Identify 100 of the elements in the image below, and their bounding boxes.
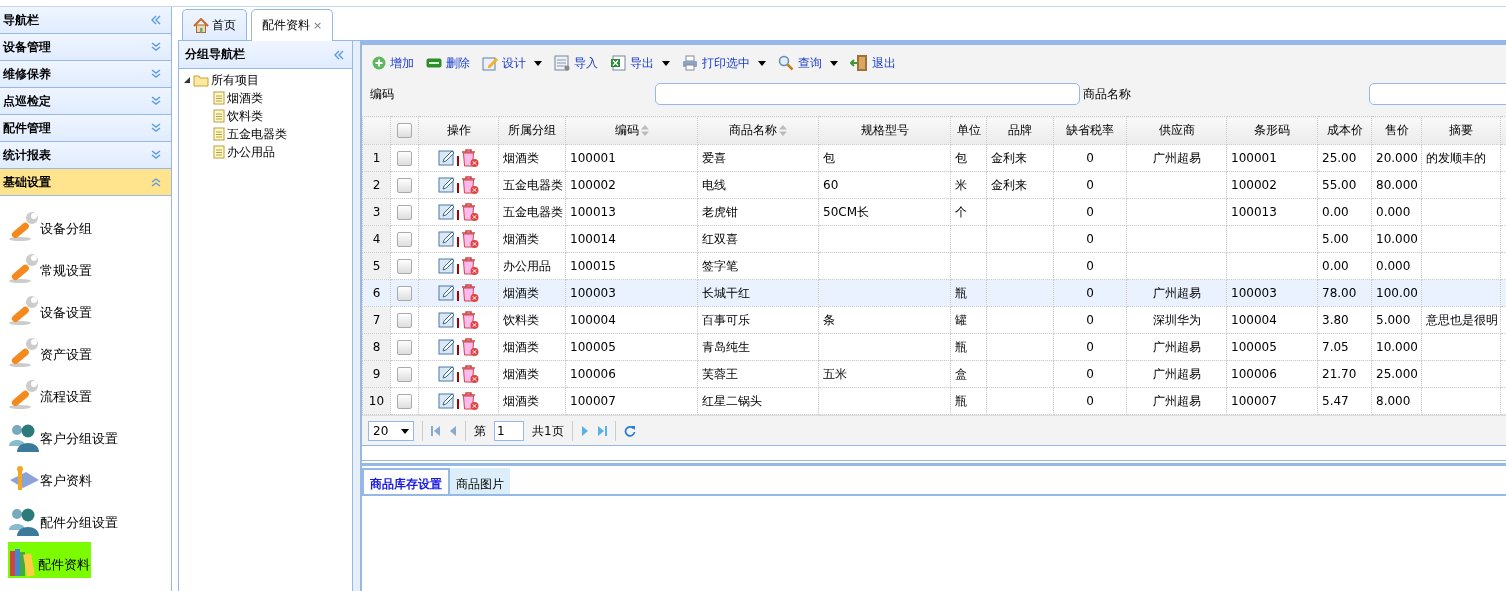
search-icon <box>778 55 794 71</box>
checkbox[interactable] <box>397 312 412 328</box>
accordion-header[interactable]: 设备管理 <box>0 34 171 61</box>
toolbar-button[interactable]: 导出 <box>610 54 670 72</box>
menu-item[interactable]: 客户资料 <box>8 458 93 494</box>
trash-icon[interactable] <box>459 364 480 384</box>
tab[interactable]: 首页 <box>182 9 247 40</box>
tab[interactable]: 商品图片 <box>450 468 510 494</box>
column-header[interactable]: 编码 <box>565 116 698 145</box>
trash-icon[interactable] <box>459 337 480 357</box>
checkbox[interactable] <box>397 204 412 220</box>
menu-item[interactable]: 客户分组设置 <box>8 416 119 452</box>
trash-icon[interactable] <box>459 310 480 330</box>
edit-icon[interactable] <box>437 284 456 302</box>
table-cell: 0 <box>1053 306 1127 334</box>
accordion-header[interactable]: 点巡检定 <box>0 88 171 115</box>
page-size-select[interactable]: 20 <box>368 421 414 441</box>
trash-icon[interactable] <box>459 148 480 168</box>
table-cell <box>950 225 987 253</box>
last-page-icon[interactable] <box>596 425 607 437</box>
table-cell: 7.05 <box>1317 333 1372 361</box>
trash-icon[interactable] <box>459 175 480 195</box>
tree-node[interactable]: 所有项目 <box>211 71 259 89</box>
table-cell <box>986 306 1054 334</box>
accordion-header[interactable]: 基础设置 <box>0 169 171 196</box>
close-icon[interactable]: × <box>313 19 323 32</box>
refresh-icon[interactable] <box>623 425 636 437</box>
menu-item[interactable]: 资产设置 <box>8 332 93 368</box>
checkbox[interactable] <box>397 339 412 355</box>
trash-icon[interactable] <box>459 283 480 303</box>
first-page-icon[interactable] <box>431 425 441 437</box>
trash-icon[interactable] <box>459 391 480 411</box>
edit-icon[interactable] <box>437 257 456 275</box>
tab[interactable]: 配件资料 × <box>251 9 334 41</box>
accordion-header[interactable]: 配件管理 <box>0 115 171 142</box>
menu-item[interactable]: 设备设置 <box>8 290 93 326</box>
table-cell: 个 <box>950 198 987 226</box>
table-cell: 红双喜 <box>697 225 819 253</box>
menu-item[interactable]: 配件分组设置 <box>8 500 119 536</box>
menu-item[interactable]: 配件资料 <box>8 542 91 578</box>
tree-node[interactable]: 五金电器类 <box>227 125 287 143</box>
exit-door-icon <box>850 54 868 72</box>
checkbox[interactable] <box>397 231 412 247</box>
accordion-header[interactable]: 统计报表 <box>0 142 171 169</box>
trash-icon[interactable] <box>459 229 480 249</box>
panel-splitter[interactable] <box>362 445 1506 461</box>
toolbar-button[interactable]: 删除 <box>426 54 470 72</box>
table-cell: 广州超易 <box>1126 360 1227 388</box>
checkbox[interactable] <box>397 393 412 409</box>
tab[interactable]: 商品库存设置 <box>362 468 450 494</box>
field-label: 商品名称 <box>1082 85 1132 103</box>
edit-icon[interactable] <box>437 392 456 410</box>
toolbar-button[interactable]: 设计 <box>482 54 542 72</box>
column-header: 缺省税率 <box>1053 116 1127 145</box>
tree-node[interactable]: 饮料类 <box>227 107 263 125</box>
toolbar-button[interactable]: 查询 <box>778 54 838 72</box>
edit-icon[interactable] <box>437 338 456 356</box>
table-cell: 五金电器类 <box>498 198 566 226</box>
edit-icon[interactable] <box>437 203 456 221</box>
toolbar-button[interactable]: 增加 <box>372 54 414 72</box>
tree-node[interactable]: 烟酒类 <box>227 89 263 107</box>
toolbar-button[interactable]: 打印选中 <box>682 54 766 72</box>
edit-icon[interactable] <box>437 149 456 167</box>
checkbox[interactable] <box>397 366 412 382</box>
expand-arrow-icon[interactable] <box>183 76 191 84</box>
column-header[interactable]: 商品名称 <box>697 116 819 145</box>
table-cell: 100007 <box>565 387 698 415</box>
edit-icon[interactable] <box>437 176 456 194</box>
edit-icon[interactable] <box>437 230 456 248</box>
table-cell: 0.000 <box>1371 198 1422 226</box>
checkbox[interactable] <box>397 285 412 301</box>
table-cell: 100003 <box>565 279 698 307</box>
toolbar-button[interactable]: 退出 <box>850 54 896 72</box>
table-cell: 青岛纯生 <box>697 333 819 361</box>
checkbox[interactable] <box>397 177 412 193</box>
table-cell: 包 <box>950 144 987 172</box>
row-number: 8 <box>362 333 391 361</box>
trash-icon[interactable] <box>459 202 480 222</box>
table-cell: 100013 <box>565 198 698 226</box>
edit-icon[interactable] <box>437 365 456 383</box>
next-page-icon[interactable] <box>580 425 589 437</box>
edit-icon[interactable] <box>437 311 456 329</box>
table-cell: 广州超易 <box>1126 144 1227 172</box>
menu-item[interactable]: 常规设置 <box>8 248 93 284</box>
page-input[interactable]: 1 <box>494 421 524 441</box>
checkbox[interactable] <box>397 123 412 138</box>
collapse-icon[interactable] <box>149 13 163 27</box>
menu-item[interactable]: 设备分组 <box>8 206 93 242</box>
table-cell: 米 <box>950 171 987 199</box>
menu-item[interactable]: 流程设置 <box>8 374 93 410</box>
tree-node[interactable]: 办公用品 <box>227 143 275 161</box>
trash-icon[interactable] <box>459 256 480 276</box>
wrench-icon <box>8 336 40 368</box>
toolbar-button[interactable]: 导入 <box>554 54 598 72</box>
previous-page-icon[interactable] <box>449 425 457 437</box>
row-number: 1 <box>362 144 391 172</box>
checkbox[interactable] <box>397 150 412 166</box>
accordion-header[interactable]: 维修保养 <box>0 61 171 88</box>
checkbox[interactable] <box>397 258 412 274</box>
input-field[interactable] <box>655 83 1080 105</box>
